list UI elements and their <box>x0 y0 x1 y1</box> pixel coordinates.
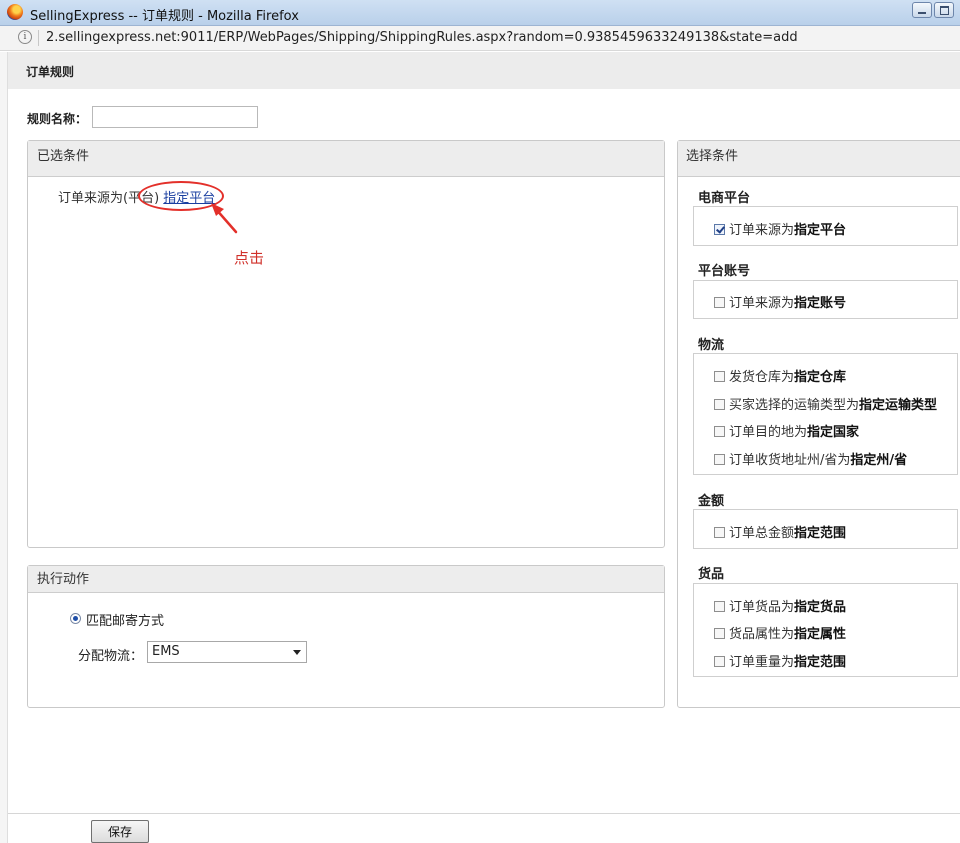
option-specify-amount-range[interactable]: 订单总金额指定范围 <box>714 522 846 541</box>
save-button[interactable]: 保存 <box>91 820 149 843</box>
option-specify-weight-range[interactable]: 订单重量为指定范围 <box>714 651 846 670</box>
chevron-down-icon <box>293 650 301 655</box>
section-title-amount: 金额 <box>698 494 725 509</box>
option-specify-warehouse[interactable]: 发货仓库为指定仓库 <box>714 366 846 385</box>
page-header: 订单规则 <box>8 52 960 89</box>
match-shipping-radio[interactable] <box>70 613 81 624</box>
rule-name-input[interactable] <box>92 106 258 128</box>
window-title: SellingExpress -- 订单规则 - Mozilla Firefox <box>30 9 299 24</box>
checkbox[interactable] <box>714 628 725 639</box>
checkbox[interactable] <box>714 527 725 538</box>
section-title-account: 平台账号 <box>698 264 751 279</box>
checkbox[interactable] <box>714 656 725 667</box>
window-titlebar: SellingExpress -- 订单规则 - Mozilla Firefox <box>0 0 960 26</box>
checkbox[interactable] <box>714 601 725 612</box>
option-specify-account[interactable]: 订单来源为指定账号 <box>714 292 846 311</box>
page-title: 订单规则 <box>26 65 75 79</box>
logistics-select[interactable]: EMS <box>147 641 307 663</box>
checkbox[interactable] <box>714 371 725 382</box>
annotation-arrow-icon <box>211 203 238 234</box>
action-panel: 执行动作 <box>27 565 665 708</box>
choose-conditions-title: 选择条件 <box>678 141 960 177</box>
firefox-icon <box>7 4 23 20</box>
maximize-button[interactable] <box>934 2 954 18</box>
match-shipping-label[interactable]: 匹配邮寄方式 <box>86 610 164 629</box>
option-specify-attribute[interactable]: 货品属性为指定属性 <box>714 623 846 642</box>
annotation-note: 点击 <box>234 249 265 267</box>
checkbox[interactable] <box>714 426 725 437</box>
left-edge <box>0 52 8 843</box>
checkbox[interactable] <box>714 297 725 308</box>
section-title-goods: 货品 <box>698 567 725 582</box>
checkbox[interactable] <box>714 454 725 465</box>
checkbox-checked[interactable] <box>714 224 725 235</box>
url-text[interactable]: 2.sellingexpress.net:9011/ERP/WebPages/S… <box>46 30 798 45</box>
assign-logistics-label: 分配物流： <box>78 649 144 664</box>
address-divider <box>38 30 39 46</box>
option-specify-state[interactable]: 订单收货地址州/省为指定州/省 <box>714 449 907 468</box>
action-title: 执行动作 <box>28 566 664 593</box>
option-specify-platform[interactable]: 订单来源为指定平台 <box>714 219 846 238</box>
selected-conditions-title: 已选条件 <box>28 141 664 177</box>
option-specify-country[interactable]: 订单目的地为指定国家 <box>714 421 859 440</box>
footer-divider <box>8 813 960 814</box>
section-title-logistics: 物流 <box>698 338 725 353</box>
logistics-select-value: EMS <box>152 644 180 659</box>
section-title-platform: 电商平台 <box>698 191 751 206</box>
checkbox[interactable] <box>714 399 725 410</box>
info-icon[interactable]: i <box>18 30 32 44</box>
option-specify-shipping-type[interactable]: 买家选择的运输类型为指定运输类型 <box>714 394 937 413</box>
rule-name-label: 规则名称： <box>27 112 88 126</box>
option-specify-goods[interactable]: 订单货品为指定货品 <box>714 596 846 615</box>
minimize-button[interactable] <box>912 2 932 18</box>
